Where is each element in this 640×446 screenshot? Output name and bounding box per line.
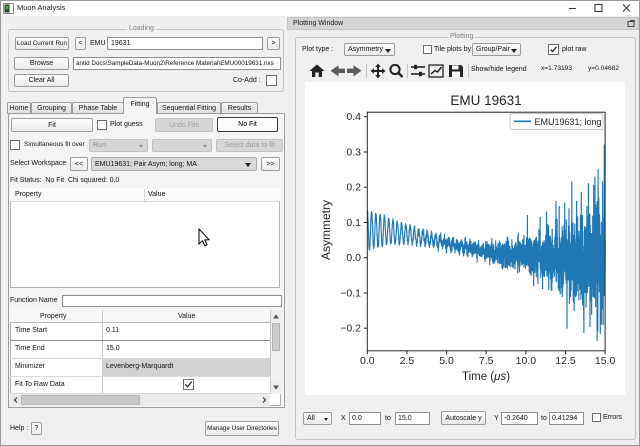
svg-text:0.0: 0.0 <box>346 252 361 264</box>
svg-text:0.4: 0.4 <box>346 111 361 123</box>
svg-text:2.5: 2.5 <box>400 355 415 367</box>
svg-text:0.3: 0.3 <box>346 146 361 158</box>
svg-text:10.0: 10.0 <box>516 355 537 367</box>
svg-text:0.1: 0.1 <box>346 217 361 229</box>
svg-text:5.0: 5.0 <box>439 355 454 367</box>
svg-text:0.2: 0.2 <box>346 182 361 194</box>
svg-text:0.0: 0.0 <box>360 355 375 367</box>
svg-text:Asymmetry: Asymmetry <box>319 200 333 260</box>
svg-text:EMU19631; long: EMU19631; long <box>535 117 602 127</box>
svg-text:12.5: 12.5 <box>555 355 576 367</box>
svg-text:−0.2: −0.2 <box>340 323 361 335</box>
svg-text:−0.1: −0.1 <box>340 287 361 299</box>
svg-text:Time (μs): Time (μs) <box>462 371 510 383</box>
svg-text:7.5: 7.5 <box>479 355 494 367</box>
svg-text:15.0: 15.0 <box>595 355 616 367</box>
svg-text:EMU 19631: EMU 19631 <box>450 93 521 108</box>
